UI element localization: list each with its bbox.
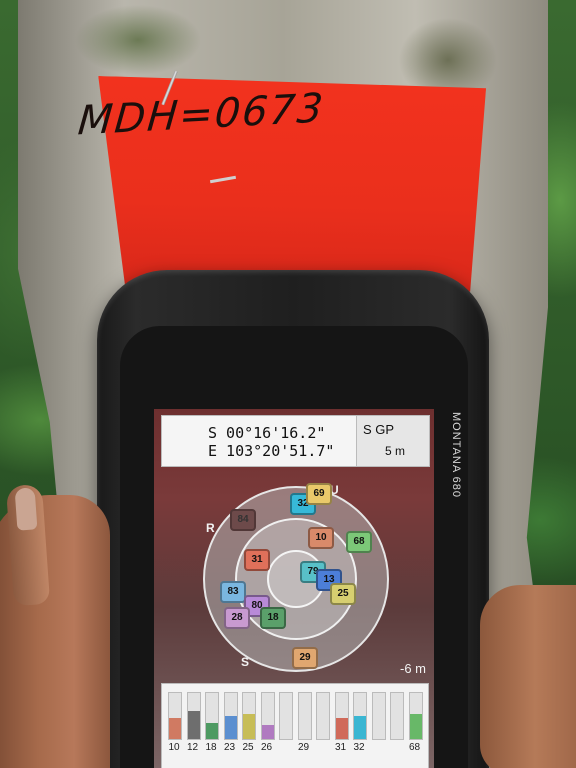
signal-bar xyxy=(242,692,256,740)
signal-bar-fill xyxy=(169,718,181,739)
satellite-skyplot[interactable]: U R S 32 69 84 10 68 31 79 13 25 83 80 2… xyxy=(196,479,396,679)
satellite-marker[interactable]: 10 xyxy=(308,527,334,549)
signal-bar-fill xyxy=(354,716,366,739)
gps-screen[interactable]: S 00°16'16.2" E 103°20'51.7" S GP 5 m U … xyxy=(154,409,434,768)
latitude-readout: S 00°16'16.2" xyxy=(208,424,326,442)
satellite-marker[interactable]: 83 xyxy=(220,581,246,603)
satellite-marker[interactable]: 28 xyxy=(224,607,250,629)
satellite-marker[interactable]: 29 xyxy=(292,647,318,669)
signal-bar-fill xyxy=(261,725,274,739)
signal-bar-fill xyxy=(335,718,348,739)
signal-bar-fill xyxy=(206,722,218,739)
signal-bar xyxy=(186,692,201,740)
longitude-readout: E 103°20'51.7" xyxy=(208,442,335,460)
signal-bar xyxy=(297,692,312,740)
satellite-marker[interactable]: 18 xyxy=(260,607,286,629)
signal-bar xyxy=(316,692,330,740)
thumb-nail xyxy=(14,487,38,531)
signal-bar xyxy=(205,692,219,740)
signal-bar-label: 26 xyxy=(260,742,273,753)
signal-bar-label: 29 xyxy=(297,742,310,753)
signal-bar xyxy=(279,692,293,740)
signal-bar-label: 68 xyxy=(408,742,421,753)
signal-bar xyxy=(168,692,182,740)
gps-status-chip[interactable]: S GP 5 m xyxy=(356,416,429,466)
coordinates-panel[interactable]: S 00°16'16.2" E 103°20'51.7" S GP 5 m xyxy=(161,415,430,467)
signal-bar-label: 32 xyxy=(353,742,365,753)
satellite-marker[interactable]: 31 xyxy=(244,549,270,571)
gps-status-accuracy: 5 m xyxy=(385,444,406,458)
signal-bar-fill xyxy=(243,713,255,739)
signal-bar xyxy=(390,692,404,740)
signal-bar xyxy=(260,692,275,740)
signal-bar xyxy=(408,692,423,740)
signal-bar xyxy=(353,692,367,740)
signal-strength-panel[interactable]: 10 12 18 23 25 26 29 31 32 68 xyxy=(161,683,429,768)
satellite-marker[interactable]: 69 xyxy=(306,483,332,505)
signal-bar-fill xyxy=(224,716,237,739)
satellite-marker[interactable]: 68 xyxy=(346,531,372,553)
right-hand xyxy=(480,585,576,768)
signal-bar xyxy=(223,692,238,740)
signal-bar xyxy=(334,692,349,740)
signal-bar-fill xyxy=(409,713,422,739)
photo-scene: MDH=0673 MONTANA 680 S 00°16'16.2" E 103… xyxy=(0,0,576,768)
gps-status-text: S GP xyxy=(363,422,395,437)
satellite-marker[interactable]: 84 xyxy=(230,509,256,531)
skyplot-direction-right: R xyxy=(206,521,215,535)
skyplot-direction-bottom: S xyxy=(241,655,250,669)
signal-bar xyxy=(371,692,386,740)
accuracy-readout: -6 m xyxy=(400,661,426,676)
device-brand: MONTANA 680 xyxy=(450,412,462,498)
signal-bar-fill xyxy=(187,711,200,739)
satellite-marker[interactable]: 25 xyxy=(330,583,356,605)
